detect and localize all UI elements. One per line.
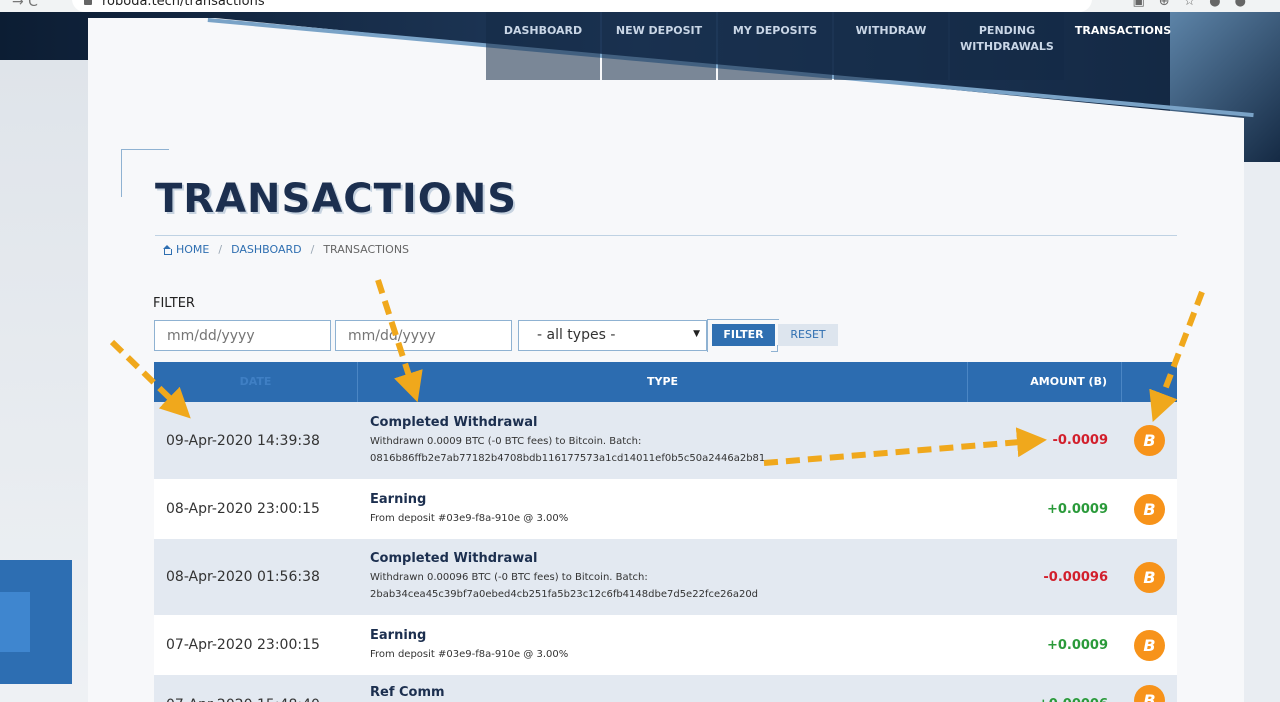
arrow-to-icon — [1149, 290, 1205, 423]
annotation-arrows — [109, 279, 1205, 466]
arrow-to-date — [109, 339, 191, 419]
arrow-to-amount — [763, 427, 1047, 466]
arrow-to-type — [375, 279, 423, 403]
